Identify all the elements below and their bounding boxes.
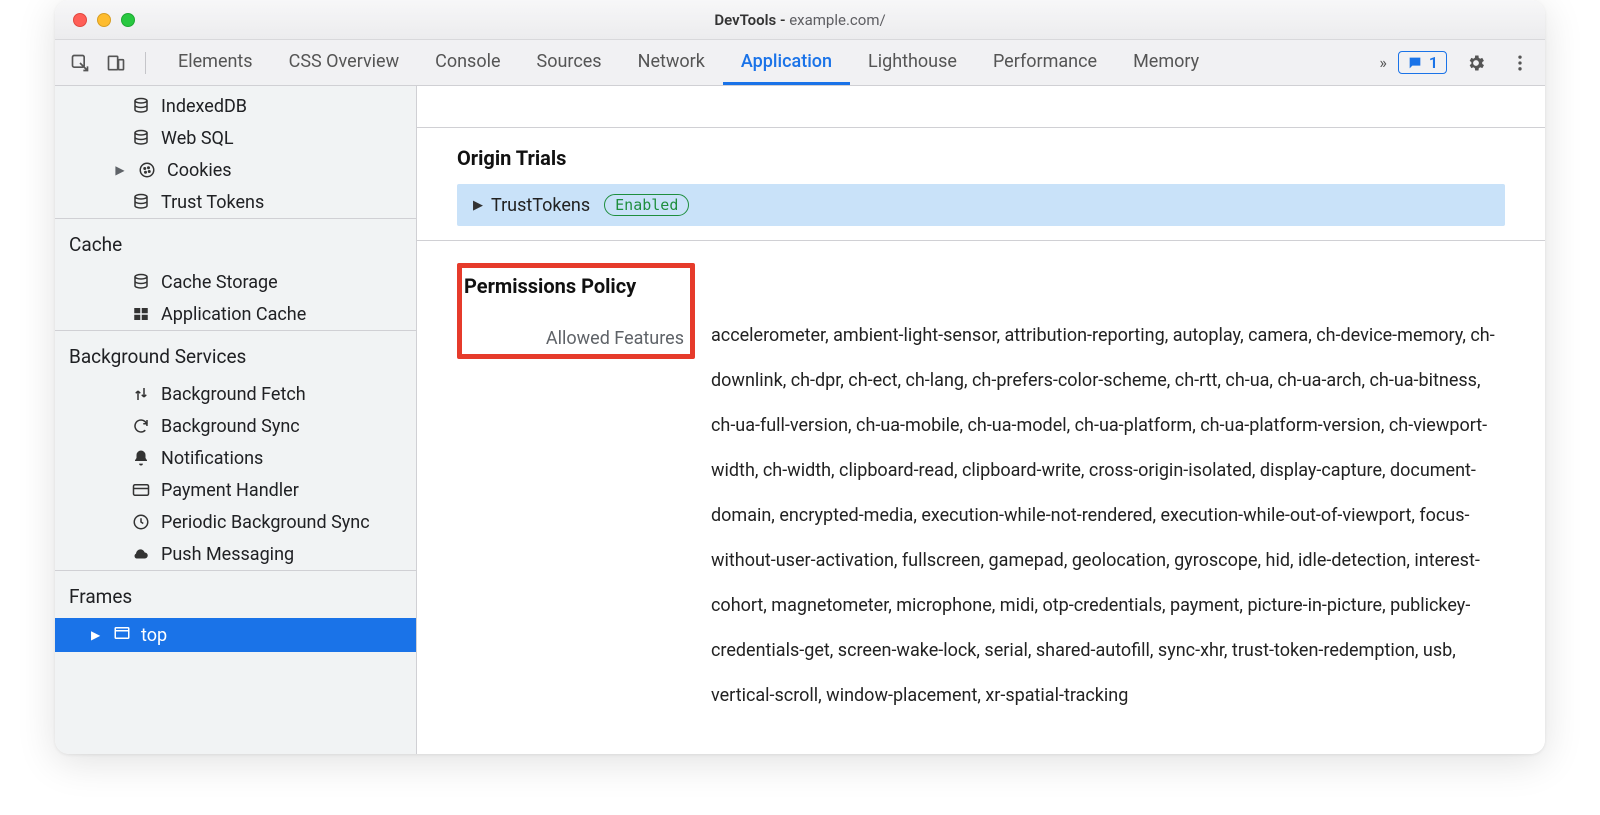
main-header-blank: [417, 86, 1545, 128]
sidebar-item-label: Notifications: [161, 448, 263, 469]
sidebar-item-label: Trust Tokens: [161, 192, 264, 213]
tab-sources[interactable]: Sources: [519, 40, 620, 85]
window-title-host: example.com/: [789, 11, 885, 29]
minimize-window-button[interactable]: [97, 13, 111, 27]
sidebar-item-periodic-sync[interactable]: Periodic Background Sync: [55, 506, 416, 538]
settings-icon[interactable]: [1461, 48, 1491, 78]
body: IndexedDB Web SQL ▶ Cookies Trust Tokens…: [55, 86, 1545, 754]
application-sidebar: IndexedDB Web SQL ▶ Cookies Trust Tokens…: [55, 86, 417, 754]
sidebar-item-label: Push Messaging: [161, 544, 294, 565]
database-icon: [131, 273, 151, 291]
kebab-menu-icon[interactable]: [1505, 48, 1535, 78]
device-toolbar-icon[interactable]: [101, 48, 131, 78]
sidebar-item-background-fetch[interactable]: Background Fetch: [55, 378, 416, 410]
sidebar-item-indexeddb[interactable]: IndexedDB: [55, 90, 416, 122]
issues-icon: [1407, 55, 1423, 71]
tab-console[interactable]: Console: [417, 40, 518, 85]
tab-network[interactable]: Network: [620, 40, 723, 85]
sidebar-item-payment-handler[interactable]: Payment Handler: [55, 474, 416, 506]
sidebar-item-background-sync[interactable]: Background Sync: [55, 410, 416, 442]
toolbar-right: » 1: [1379, 48, 1535, 78]
sidebar-group-background: Background Services: [55, 330, 416, 378]
sidebar-item-label: top: [141, 625, 167, 646]
tab-css-overview[interactable]: CSS Overview: [271, 40, 418, 85]
sidebar-item-cache-storage[interactable]: Cache Storage: [55, 266, 416, 298]
sidebar-item-label: Background Fetch: [161, 384, 306, 405]
close-window-button[interactable]: [73, 13, 87, 27]
database-icon: [131, 193, 151, 211]
sidebar-item-label: Cookies: [167, 160, 232, 181]
tab-lighthouse[interactable]: Lighthouse: [850, 40, 975, 85]
panel-tabs: Elements CSS Overview Console Sources Ne…: [160, 40, 1373, 85]
sidebar-item-label: IndexedDB: [161, 96, 247, 117]
cloud-icon: [131, 545, 151, 563]
credit-card-icon: [131, 481, 151, 499]
cookie-icon: [137, 161, 157, 179]
clock-icon: [131, 513, 151, 531]
sidebar-item-label: Cache Storage: [161, 272, 278, 293]
sidebar-group-cache: Cache: [55, 218, 416, 266]
sidebar-item-label: Web SQL: [161, 128, 234, 149]
grid-icon: [131, 305, 151, 323]
database-icon: [131, 129, 151, 147]
origin-trials-section: Origin Trials ▶ TrustTokens Enabled: [417, 128, 1545, 240]
sidebar-group-frames: Frames: [55, 570, 416, 618]
sidebar-item-notifications[interactable]: Notifications: [55, 442, 416, 474]
permissions-policy-highlight: Permissions Policy Allowed Features: [457, 263, 695, 359]
tab-elements[interactable]: Elements: [160, 40, 271, 85]
inspect-element-icon[interactable]: [65, 48, 95, 78]
sidebar-item-label: Background Sync: [161, 416, 300, 437]
database-icon: [131, 97, 151, 115]
issues-badge[interactable]: 1: [1398, 51, 1447, 74]
sync-icon: [131, 417, 151, 435]
more-tabs-icon[interactable]: »: [1379, 53, 1384, 72]
titlebar: DevTools - example.com/: [55, 0, 1545, 40]
traffic-lights: [73, 13, 135, 27]
origin-trial-name: TrustTokens: [491, 195, 590, 216]
tab-performance[interactable]: Performance: [975, 40, 1115, 85]
window-title: DevTools - example.com/: [714, 11, 885, 29]
expand-arrow-icon: ▶: [473, 198, 483, 213]
tab-application[interactable]: Application: [723, 40, 850, 85]
sidebar-item-websql[interactable]: Web SQL: [55, 122, 416, 154]
allowed-features-list: accelerometer, ambient-light-sensor, att…: [711, 263, 1505, 718]
permissions-policy-section: Permissions Policy Allowed Features acce…: [417, 241, 1545, 718]
devtools-toolbar: Elements CSS Overview Console Sources Ne…: [55, 40, 1545, 86]
sidebar-item-trust-tokens[interactable]: Trust Tokens: [55, 186, 416, 218]
window-title-sep: -: [776, 11, 789, 29]
sidebar-item-label: Payment Handler: [161, 480, 299, 501]
origin-trial-status-pill: Enabled: [604, 194, 689, 216]
sidebar-item-push-messaging[interactable]: Push Messaging: [55, 538, 416, 570]
bell-icon: [131, 449, 151, 467]
toolbar-divider: [145, 52, 146, 74]
origin-trials-title: Origin Trials: [457, 146, 1505, 170]
updown-arrows-icon: [131, 385, 151, 403]
zoom-window-button[interactable]: [121, 13, 135, 27]
main-panel: Origin Trials ▶ TrustTokens Enabled Perm…: [417, 86, 1545, 754]
permissions-policy-title: Permissions Policy: [464, 274, 636, 298]
window: DevTools - example.com/ Elements CSS Ove…: [55, 0, 1545, 754]
tab-memory[interactable]: Memory: [1115, 40, 1217, 85]
expand-arrow-icon: ▶: [91, 628, 105, 642]
sidebar-item-label: Application Cache: [161, 304, 306, 325]
window-title-app: DevTools: [714, 11, 776, 29]
sidebar-item-application-cache[interactable]: Application Cache: [55, 298, 416, 330]
frame-icon: [113, 624, 131, 647]
sidebar-item-label: Periodic Background Sync: [161, 512, 370, 533]
sidebar-item-cookies[interactable]: ▶ Cookies: [55, 154, 416, 186]
sidebar-item-frame-top[interactable]: ▶ top: [55, 618, 416, 652]
expand-arrow-icon: ▶: [113, 163, 127, 177]
origin-trial-row[interactable]: ▶ TrustTokens Enabled: [457, 184, 1505, 226]
issues-count: 1: [1429, 53, 1438, 72]
allowed-features-label: Allowed Features: [546, 328, 684, 349]
